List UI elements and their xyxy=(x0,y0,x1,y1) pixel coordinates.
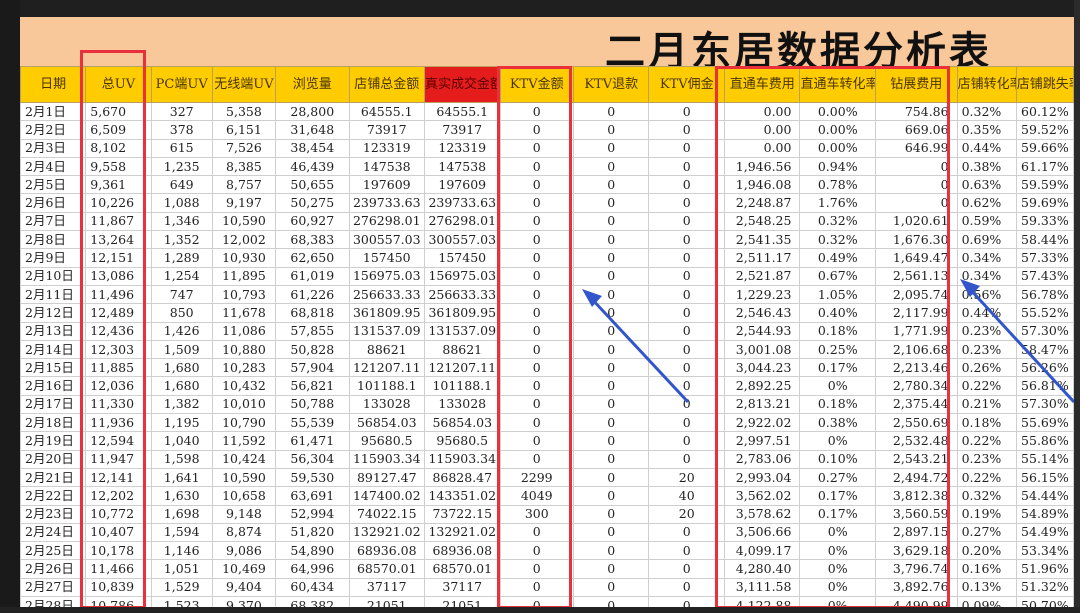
window-top-edge xyxy=(0,0,1080,17)
window-left-edge xyxy=(0,0,20,613)
arrow-head-1 xyxy=(582,289,602,307)
arrow-line-1 xyxy=(588,295,690,404)
arrow-head-2 xyxy=(960,279,980,297)
window-right-edge xyxy=(1074,0,1080,613)
annotation-arrows xyxy=(582,279,1074,404)
spreadsheet: 二月东居数据分析表 日期 总UV PC端UV 无线端UV 浏览量 店铺总金额 真实成交金额 K… xyxy=(20,17,1074,607)
arrow-line-2 xyxy=(966,285,1074,404)
window-bottom-edge xyxy=(0,607,1080,613)
